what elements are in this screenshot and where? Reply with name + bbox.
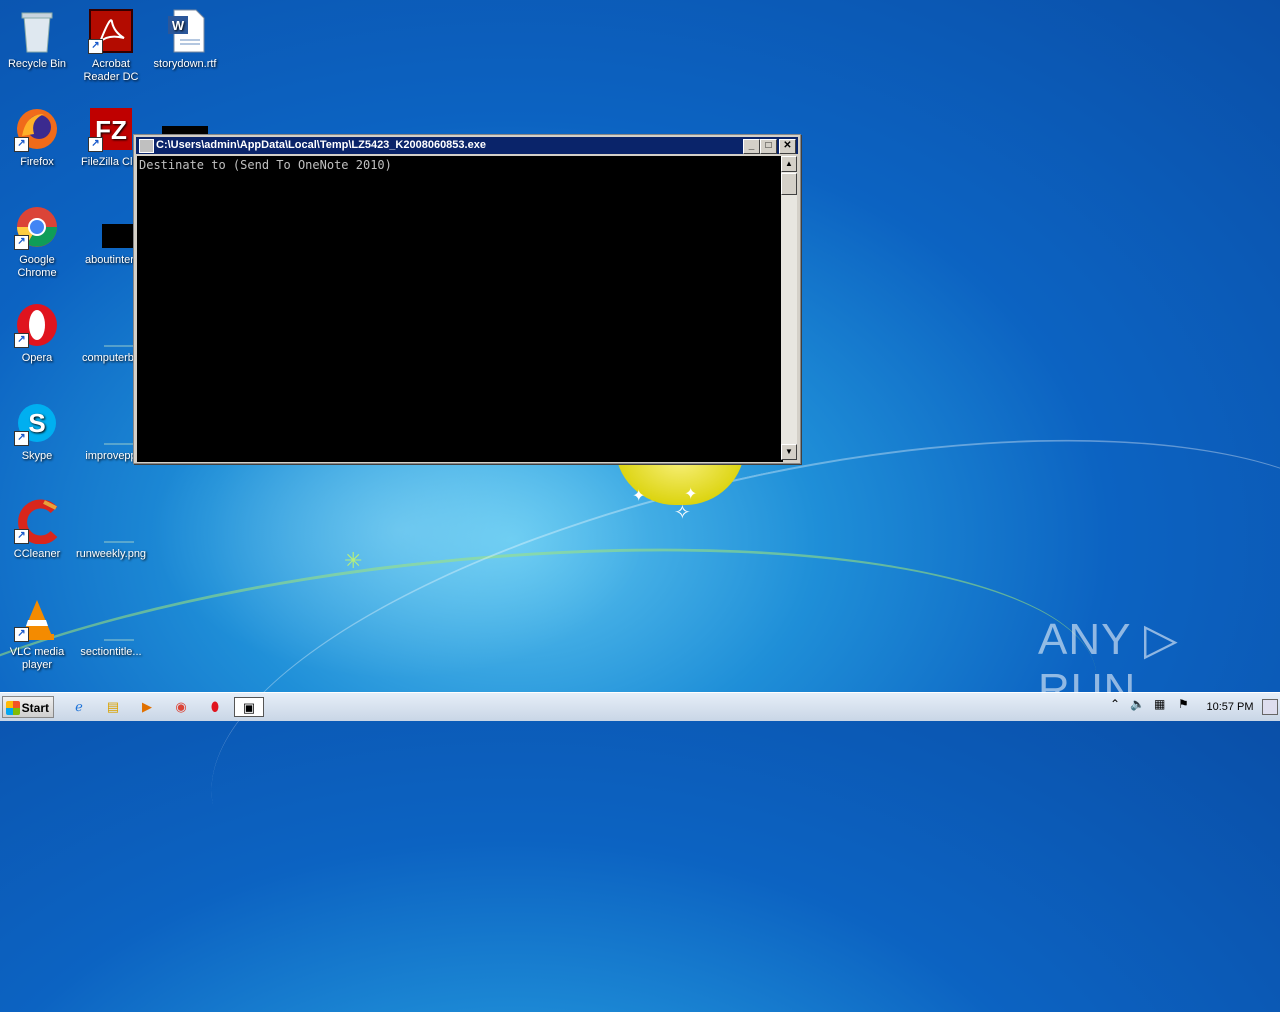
desktop-icon-label: CCleaner	[13, 548, 61, 560]
desktop-icon-label: Recycle Bin	[7, 58, 67, 70]
console-output-area[interactable]: Destinate to (Send To OneNote 2010)	[137, 156, 783, 462]
scroll-thumb[interactable]	[781, 173, 797, 195]
console-taskbar-icon[interactable]: ▣	[234, 697, 264, 717]
maximize-button[interactable]: □	[760, 139, 777, 154]
desktop-icon-ccleaner[interactable]: ↗ CCleaner	[0, 498, 74, 561]
volume-icon[interactable]: 🔈	[1130, 697, 1145, 711]
desktop-icon-label: improvepp	[85, 450, 137, 462]
desktop-icon-runweekly[interactable]: runweekly.png	[74, 498, 148, 561]
shortcut-arrow-icon: ↗	[14, 333, 29, 348]
explorer-folder-icon[interactable]: ▤	[102, 697, 124, 717]
file-icon	[88, 204, 146, 250]
sparkle-icon: ✧	[674, 502, 691, 524]
console-window-icon[interactable]	[139, 139, 154, 153]
file-icon	[88, 400, 144, 446]
chrome-taskbar-icon[interactable]: ◉	[170, 697, 192, 717]
desktop-icon-label: Skype	[21, 450, 53, 462]
recycle-bin-icon	[14, 8, 60, 54]
shortcut-arrow-icon: ↗	[14, 627, 29, 642]
start-button[interactable]: Start	[2, 696, 54, 718]
shortcut-arrow-icon: ↗	[88, 137, 103, 152]
desktop-icon-acrobat-reader[interactable]: ↗ Acrobat Reader DC	[74, 8, 148, 84]
desktop-icon-label: sectiontitle...	[80, 646, 142, 658]
chrome-icon: ↗	[14, 204, 60, 250]
desktop-icon-vlc[interactable]: ↗ VLC media player	[0, 596, 74, 672]
console-titlebar[interactable]: C:\Users\admin\AppData\Local\Temp\LZ5423…	[136, 137, 798, 154]
opera-icon: ↗	[14, 302, 60, 348]
opera-taskbar-icon[interactable]: ⬮	[204, 697, 226, 717]
skype-icon: S ↗	[14, 400, 60, 446]
scroll-down-button[interactable]: ▼	[781, 444, 797, 460]
desktop-icon-label: aboutinterf	[85, 254, 137, 266]
shortcut-arrow-icon: ↗	[14, 235, 29, 250]
media-player-icon[interactable]: ▶	[136, 697, 158, 717]
desktop-icon-label: computerbo	[81, 352, 141, 364]
acrobat-icon: ↗	[88, 8, 134, 54]
firefox-icon: ↗	[14, 106, 60, 152]
desktop-icon-firefox[interactable]: ↗ Firefox	[0, 106, 74, 169]
show-hidden-icons-icon[interactable]: ⌃	[1110, 697, 1120, 711]
sparkle-icon: ✳	[344, 548, 363, 573]
desktop-icon-label: Firefox	[20, 156, 54, 168]
console-window[interactable]: C:\Users\admin\AppData\Local\Temp\LZ5423…	[133, 134, 801, 464]
desktop-icon-sectiontitle[interactable]: sectiontitle...	[74, 596, 148, 659]
start-label: Start	[21, 701, 49, 715]
file-icon	[88, 302, 144, 348]
desktop-icon-google-chrome[interactable]: ↗ Google Chrome	[0, 204, 74, 280]
svg-text:S: S	[28, 408, 45, 438]
shortcut-arrow-icon: ↗	[88, 39, 103, 54]
desktop-icon-label: FileZilla Clie	[81, 156, 141, 168]
word-document-icon: W	[162, 8, 208, 54]
image-file-icon	[88, 498, 145, 544]
close-button[interactable]: ✕	[779, 139, 796, 154]
show-desktop-button[interactable]	[1262, 699, 1278, 715]
internet-explorer-icon[interactable]: ℯ	[68, 697, 90, 717]
desktop-icon-label: runweekly.png	[75, 548, 147, 560]
desktop-icon-storydown[interactable]: W storydown.rtf	[148, 8, 222, 71]
desktop-icon-recycle-bin[interactable]: Recycle Bin	[0, 8, 74, 71]
sparkle-icon: ✦	[632, 488, 646, 505]
taskbar: Start ℯ ▤ ▶ ◉ ⬮ ▣ ⌃ 🔈 ▦ ⚑ 10:57 PM	[0, 692, 1280, 721]
desktop-icon-label: Google Chrome	[17, 254, 57, 279]
vertical-scrollbar[interactable]: ▲ ▼	[781, 156, 797, 460]
svg-text:W: W	[172, 18, 185, 33]
partially-hidden-icon	[162, 126, 208, 134]
desktop-icon-label: storydown.rtf	[153, 58, 217, 70]
console-output-text: Destinate to (Send To OneNote 2010)	[139, 158, 392, 172]
minimize-button[interactable]: _	[743, 139, 760, 154]
ccleaner-icon: ↗	[14, 498, 60, 545]
desktop-icon-label: Acrobat Reader DC	[83, 58, 139, 83]
vlc-icon: ↗	[14, 596, 60, 642]
desktop-icon-skype[interactable]: S ↗ Skype	[0, 400, 74, 463]
taskbar-clock[interactable]: 10:57 PM	[1200, 693, 1260, 721]
action-center-flag-icon[interactable]: ⚑	[1178, 697, 1189, 711]
network-icon[interactable]: ▦	[1154, 697, 1165, 711]
filezilla-icon: FZ ↗	[88, 106, 134, 152]
desktop-icon-label: VLC media player	[9, 646, 65, 671]
desktop-icon-label: Opera	[21, 352, 53, 364]
shortcut-arrow-icon: ↗	[14, 431, 29, 446]
shortcut-arrow-icon: ↗	[14, 137, 29, 152]
file-icon	[88, 596, 145, 642]
console-window-title: C:\Users\admin\AppData\Local\Temp\LZ5423…	[156, 139, 486, 151]
windows-logo-icon	[6, 701, 20, 715]
scroll-up-button[interactable]: ▲	[781, 156, 797, 172]
shortcut-arrow-icon: ↗	[14, 529, 29, 544]
desktop-icon-opera[interactable]: ↗ Opera	[0, 302, 74, 365]
